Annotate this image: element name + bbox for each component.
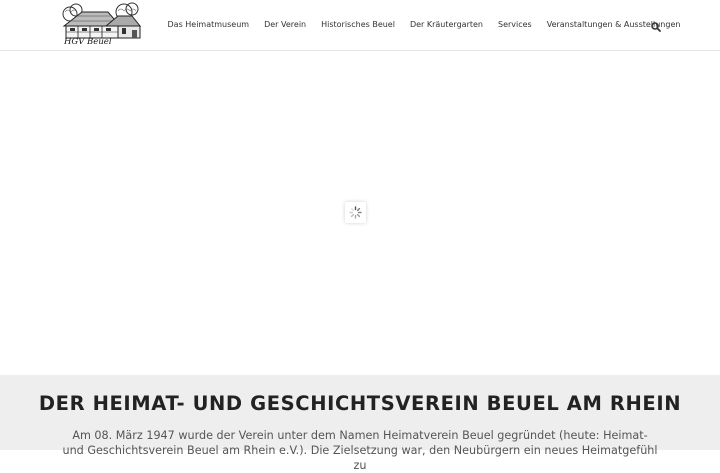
nav-item-verein[interactable]: Der Verein: [257, 0, 314, 50]
site-header: HGV Beuel Das Heimatmuseum Der Verein Hi…: [0, 0, 720, 51]
logo-text: HGV Beuel: [64, 37, 112, 47]
nav-item-veranstaltungen[interactable]: Veranstaltungen & Ausstellungen: [539, 0, 688, 50]
loading-spinner: [345, 202, 366, 223]
main-nav: Das Heimatmuseum Der Verein Historisches…: [160, 0, 688, 50]
site-logo[interactable]: HGV Beuel: [60, 2, 144, 48]
search-icon: [651, 22, 661, 32]
search-button[interactable]: [650, 18, 662, 32]
intro-text: Am 08. März 1947 wurde der Verein unter …: [62, 429, 658, 472]
nav-item-heimatmuseum[interactable]: Das Heimatmuseum: [160, 0, 257, 50]
nav-item-services[interactable]: Services: [490, 0, 539, 50]
nav-item-kraeutergarten[interactable]: Der Kräutergarten: [402, 0, 490, 50]
nav-item-historisches-beuel[interactable]: Historisches Beuel: [314, 0, 403, 50]
loading-spinner-icon: [349, 206, 362, 219]
house-drawing-icon: [62, 2, 142, 39]
intro-title: DER HEIMAT- UND GESCHICHTSVEREIN BEUEL A…: [38, 392, 682, 415]
